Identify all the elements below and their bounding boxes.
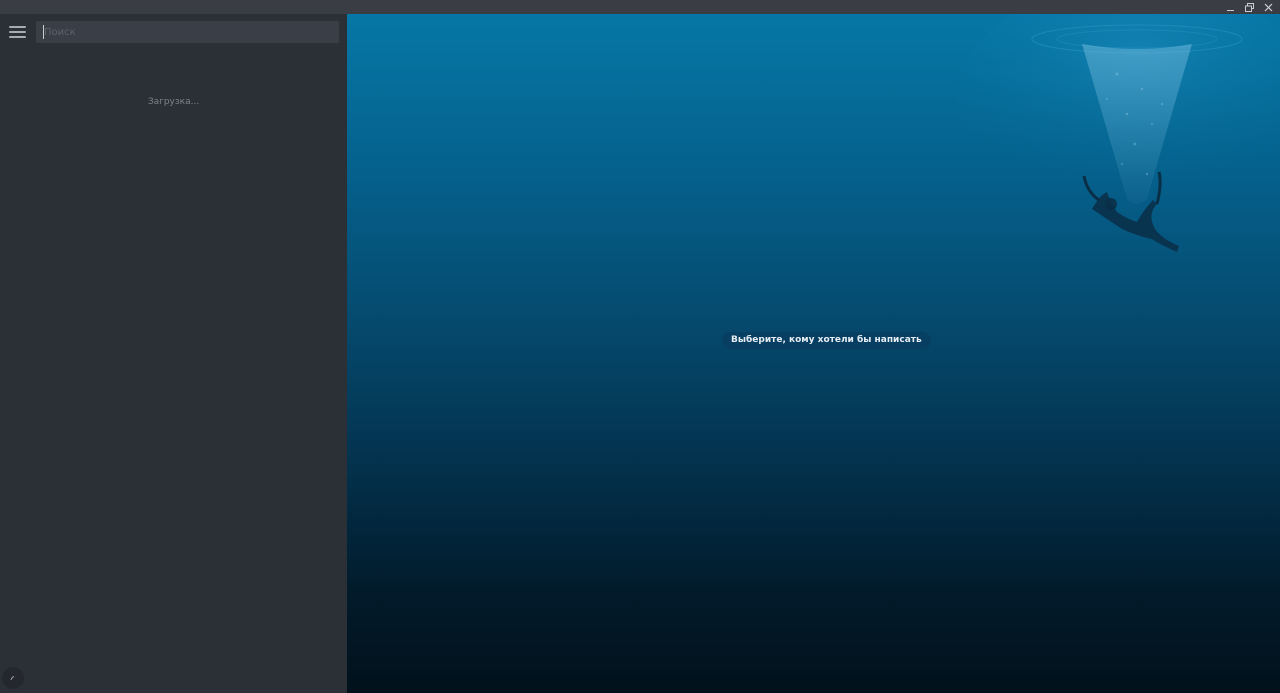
window-controls <box>1225 0 1274 14</box>
wallpaper-diver-image <box>957 14 1280 252</box>
update-status-icon[interactable] <box>2 667 24 689</box>
close-icon[interactable] <box>1263 2 1274 13</box>
search-input[interactable] <box>36 21 339 43</box>
chat-area: Выберите, кому хотели бы написать <box>347 14 1280 693</box>
loading-text: Загрузка... <box>147 97 200 107</box>
restore-icon[interactable] <box>1244 2 1255 13</box>
text-caret <box>43 25 44 39</box>
hamburger-menu-icon[interactable] <box>9 24 26 40</box>
minimize-icon[interactable] <box>1225 2 1236 13</box>
sidebar: Загрузка... <box>0 14 348 693</box>
window-titlebar <box>0 0 1280 14</box>
select-chat-placeholder: Выберите, кому хотели бы написать <box>722 332 931 349</box>
